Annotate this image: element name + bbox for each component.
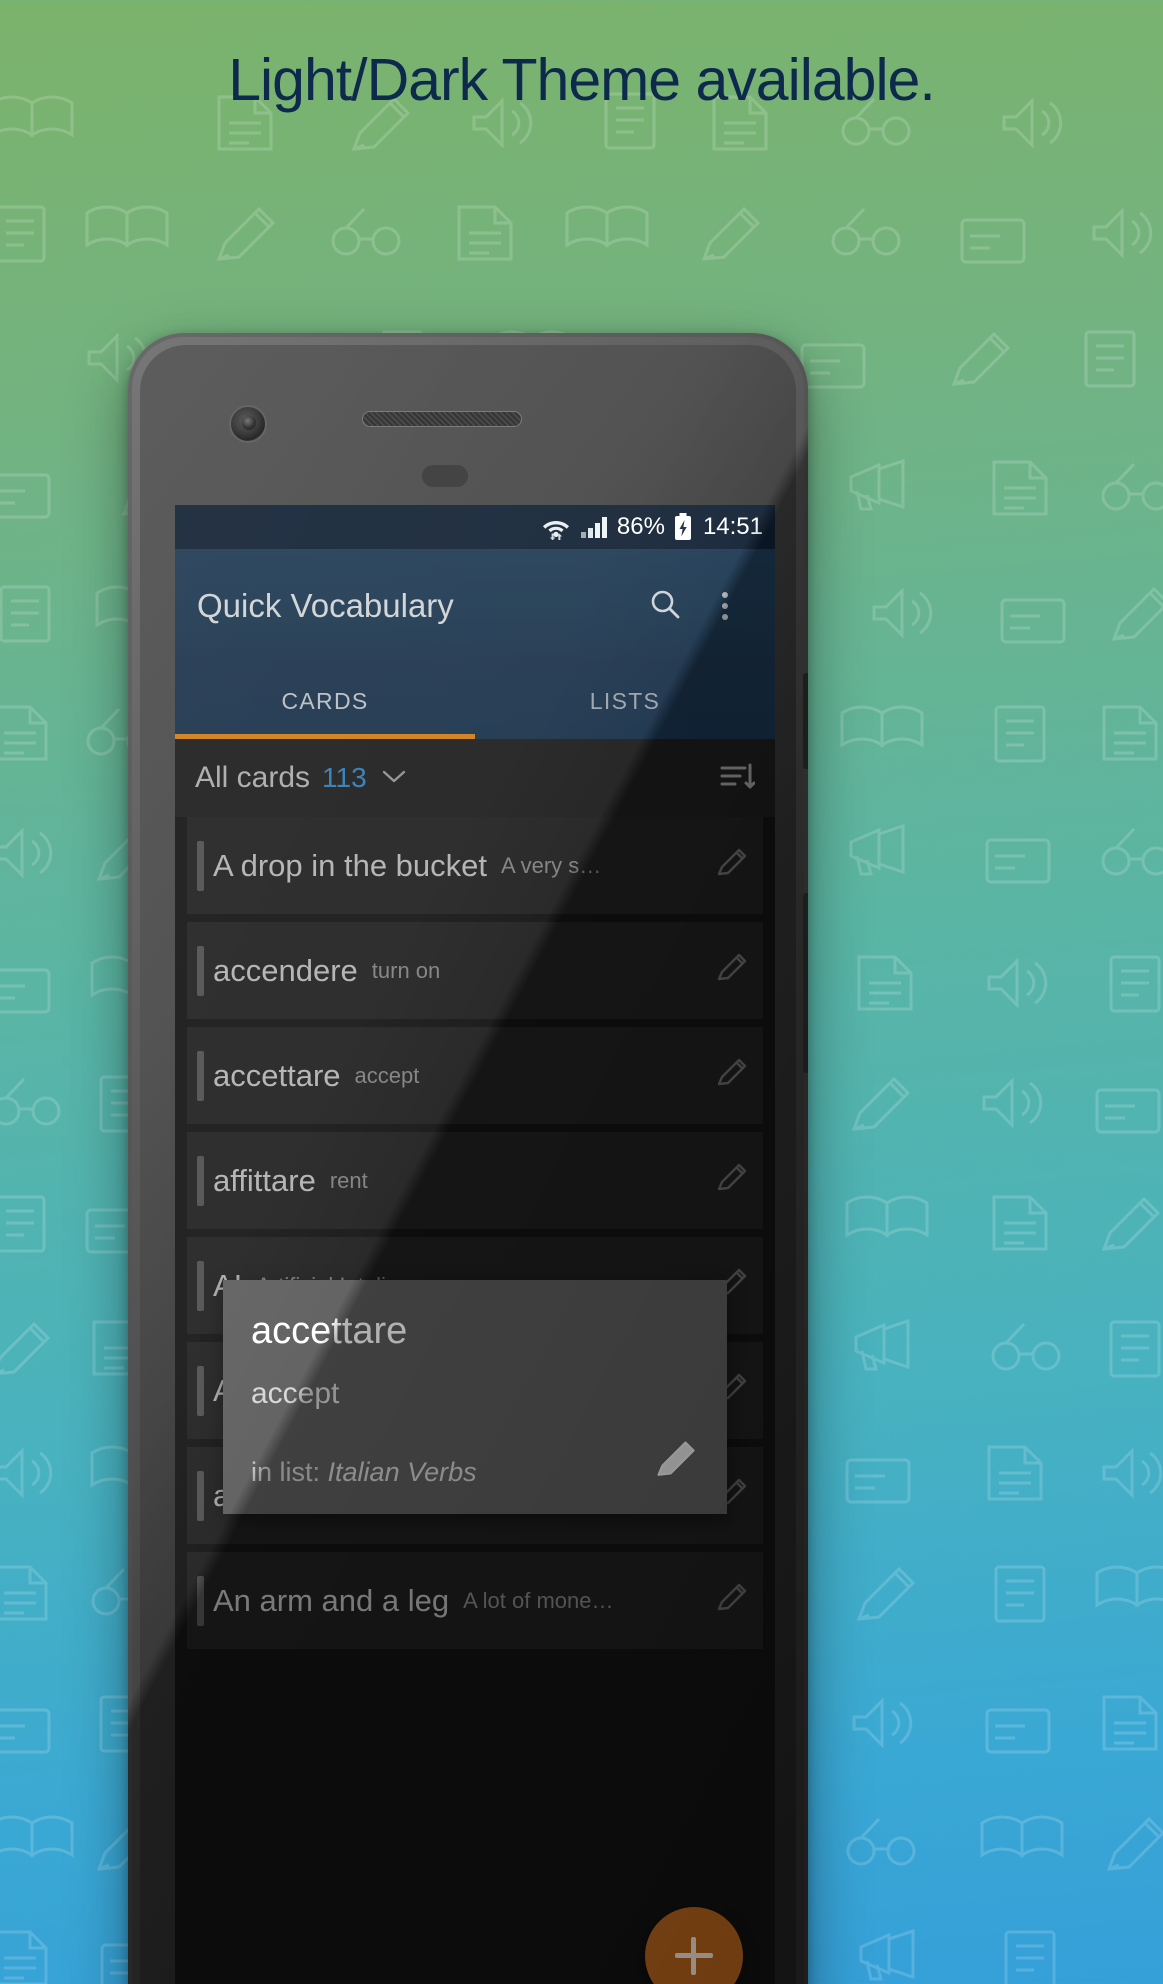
- table-row[interactable]: An arm and a leg A lot of mone…: [187, 1552, 763, 1649]
- pencil-edit-icon[interactable]: [715, 1161, 749, 1200]
- card-definition: rent: [329, 1167, 368, 1193]
- plus-icon: [675, 1937, 713, 1975]
- battery-charging-icon: [674, 513, 692, 541]
- volume-button[interactable]: [803, 673, 808, 769]
- popup-list-label: in list: Italian Verbs: [251, 1457, 653, 1488]
- card-preview-popup[interactable]: accettare accept in list: Italian Verbs: [223, 1280, 727, 1514]
- table-row[interactable]: affittare rent: [187, 1132, 763, 1229]
- wifi-icon: [541, 514, 571, 540]
- tab-bar: CARDS LISTS: [175, 663, 775, 739]
- pencil-edit-icon[interactable]: [715, 846, 749, 885]
- phone-screen: 86% 14:51 Quick Vocabulary CARDS LISTS A…: [175, 505, 775, 1984]
- status-bar-clock: 14:51: [702, 513, 763, 540]
- sort-button[interactable]: [719, 761, 756, 796]
- row-accent-bar: [197, 1156, 204, 1206]
- search-icon: [648, 587, 682, 626]
- row-accent-bar: [197, 841, 204, 891]
- overflow-menu-button[interactable]: [697, 578, 753, 634]
- phone-front-face: 86% 14:51 Quick Vocabulary CARDS LISTS A…: [140, 345, 796, 1984]
- add-card-fab[interactable]: [645, 1907, 743, 1984]
- popup-definition: accept: [251, 1377, 340, 1410]
- row-accent-bar: [197, 1366, 204, 1416]
- row-accent-bar: [197, 1576, 204, 1626]
- list-filter-count: 113: [322, 762, 367, 793]
- pencil-edit-icon[interactable]: [715, 951, 749, 990]
- row-accent-bar: [197, 946, 204, 996]
- overflow-menu-icon: [722, 592, 728, 620]
- sort-icon: [720, 763, 756, 788]
- phone-bezel: 86% 14:51 Quick Vocabulary CARDS LISTS A…: [132, 337, 804, 1984]
- popup-list-name: Italian Verbs: [327, 1457, 477, 1487]
- cellular-signal-icon: [580, 515, 608, 539]
- pencil-edit-icon[interactable]: [715, 1056, 749, 1095]
- phone-mockup: 86% 14:51 Quick Vocabulary CARDS LISTS A…: [128, 333, 808, 1984]
- battery-percent-label: 86%: [616, 513, 665, 540]
- row-accent-bar: [197, 1051, 204, 1101]
- table-row[interactable]: accendere turn on: [187, 922, 763, 1019]
- proximity-sensor: [422, 465, 468, 487]
- power-button[interactable]: [803, 893, 808, 1073]
- card-definition: accept: [354, 1062, 420, 1088]
- promo-headline: Light/Dark Theme available.: [228, 47, 936, 113]
- chevron-down-icon: [381, 765, 407, 791]
- card-term: A drop in the bucket: [213, 847, 488, 883]
- card-definition: A lot of mone…: [463, 1587, 614, 1613]
- tab-cards[interactable]: CARDS: [175, 663, 475, 739]
- cards-list: A drop in the bucket A very s… accendere: [175, 817, 775, 1649]
- card-term: accendere: [213, 952, 358, 988]
- list-filter-title: All cards: [195, 761, 311, 794]
- card-definition: A very s…: [501, 852, 602, 878]
- card-term: An arm and a leg: [213, 1582, 450, 1618]
- table-row[interactable]: A drop in the bucket A very s…: [187, 817, 763, 914]
- earpiece-speaker: [362, 411, 522, 427]
- card-term: accettare: [213, 1057, 341, 1093]
- popup-term: accettare: [251, 1310, 408, 1352]
- row-accent-bar: [197, 1261, 204, 1311]
- card-term: affittare: [213, 1162, 316, 1198]
- table-row[interactable]: accettare accept: [187, 1027, 763, 1124]
- tab-lists[interactable]: LISTS: [475, 663, 775, 739]
- popup-list-prefix: in list:: [251, 1457, 328, 1487]
- app-bar: Quick Vocabulary: [175, 549, 775, 663]
- front-camera-icon: [229, 405, 267, 443]
- pencil-edit-icon[interactable]: [653, 1437, 699, 1488]
- app-title: Quick Vocabulary: [197, 587, 454, 624]
- row-accent-bar: [197, 1471, 204, 1521]
- tab-active-indicator: [175, 734, 475, 739]
- popup-footer: in list: Italian Verbs: [251, 1437, 699, 1488]
- pencil-edit-icon[interactable]: [715, 1581, 749, 1620]
- search-button[interactable]: [637, 578, 693, 634]
- list-filter-header[interactable]: All cards 113: [175, 739, 775, 817]
- status-bar: 86% 14:51: [175, 505, 775, 549]
- card-definition: turn on: [371, 957, 441, 983]
